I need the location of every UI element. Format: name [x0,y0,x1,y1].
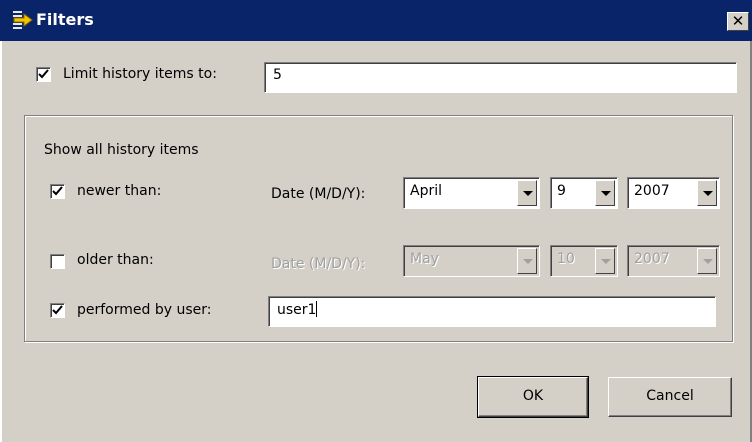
older-day-select[interactable]: 10 [550,245,618,277]
user-input[interactable]: user1 [268,296,716,327]
filter-arrow-icon [12,9,34,31]
older-month-value: May [410,251,439,267]
chevron-down-icon[interactable] [517,180,537,206]
older-year-select[interactable]: 2007 [627,245,720,277]
newer-day-select[interactable]: 9 [550,177,618,209]
older-year-value: 2007 [634,251,670,267]
newer-than-label: newer than: [77,183,162,199]
limit-input[interactable]: 5 [264,62,737,93]
limit-checkbox[interactable] [36,67,51,82]
close-button[interactable]: ✕ [727,12,749,31]
window-border-left [0,41,2,442]
newer-than-checkbox[interactable] [50,184,65,199]
chevron-down-icon[interactable] [697,248,717,274]
user-checkbox[interactable] [50,303,65,318]
ok-button[interactable]: OK [477,376,589,418]
older-day-value: 10 [557,251,575,267]
window-title: Filters [36,10,94,29]
user-input-value: user1 [277,302,317,318]
title-bar[interactable] [0,0,752,41]
newer-date-label: Date (M/D/Y): [271,186,366,202]
newer-month-value: April [410,183,442,199]
newer-year-value: 2007 [634,183,670,199]
close-icon: ✕ [731,12,745,30]
older-date-label: Date (M/D/Y): [271,256,366,272]
chevron-down-icon[interactable] [517,248,537,274]
user-label: performed by user: [77,302,212,318]
older-month-select[interactable]: May [403,245,540,277]
newer-year-select[interactable]: 2007 [627,177,720,209]
group-title: Show all history items [44,142,199,158]
cancel-button[interactable]: Cancel [608,377,732,417]
limit-label: Limit history items to: [63,66,217,82]
newer-month-select[interactable]: April [403,177,540,209]
chevron-down-icon[interactable] [595,180,615,206]
chevron-down-icon[interactable] [595,248,615,274]
older-than-checkbox[interactable] [50,254,65,269]
newer-day-value: 9 [557,183,566,199]
chevron-down-icon[interactable] [697,180,717,206]
text-cursor [316,301,318,317]
older-than-label: older than: [77,252,154,268]
